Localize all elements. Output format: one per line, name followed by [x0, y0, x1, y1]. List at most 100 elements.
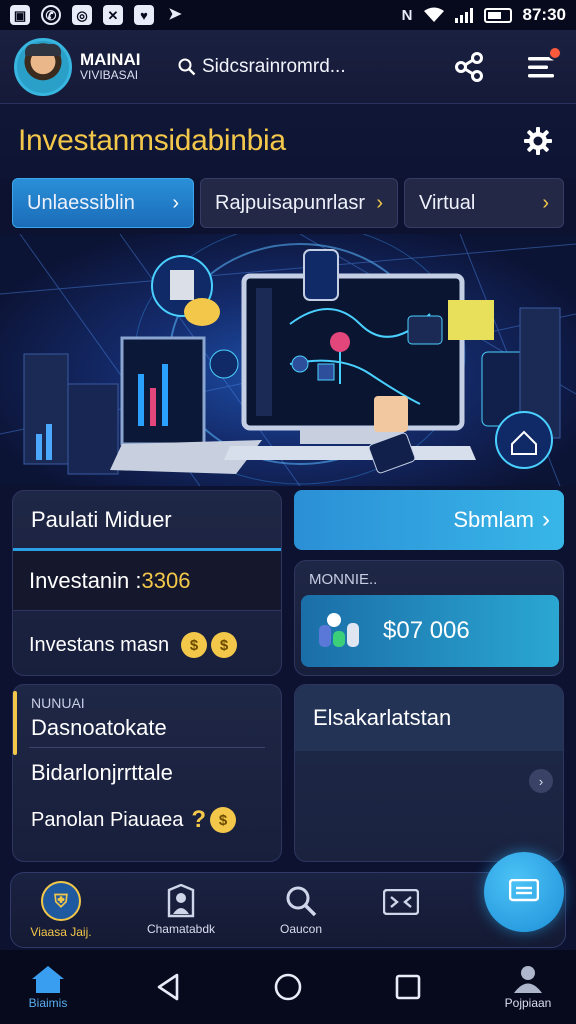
- page-title: Investanmsidabinbia: [18, 124, 286, 157]
- chevron-right-icon: ›: [542, 506, 550, 533]
- notes-line-3: Panolan Piauaea: [31, 808, 184, 831]
- send-icon: ➤: [168, 6, 182, 23]
- sys-overview-button[interactable]: [378, 974, 438, 1000]
- submit-button[interactable]: Sbmlam ›: [294, 490, 564, 550]
- brand-subtitle: VIVIBASAI: [80, 68, 139, 83]
- brand-name: MAINAI: [80, 50, 141, 70]
- investment-row: Investanin : 3306: [13, 551, 281, 611]
- nav-item-search[interactable]: Oaucon: [251, 884, 351, 936]
- monitor-icon: [241, 273, 465, 431]
- image-icon: ▣: [10, 5, 30, 25]
- gear-icon: [524, 127, 552, 155]
- status-time: 87:30: [522, 5, 566, 24]
- signal-icon: [454, 7, 473, 23]
- nav-item-profile[interactable]: Chamatabdk: [111, 884, 251, 936]
- investment-value: 3306: [141, 567, 191, 593]
- circle-home-icon: [274, 973, 302, 1001]
- coin-icon: $: [211, 632, 238, 658]
- shield-icon: ⛨: [41, 881, 81, 921]
- wifi-icon: [423, 7, 444, 22]
- chat-icon: [509, 879, 539, 902]
- notification-dot: [548, 45, 562, 60]
- money-value-box[interactable]: $07 006: [301, 595, 559, 667]
- investment-label: Investanin :: [29, 567, 142, 593]
- sys-recents-home-button[interactable]: [258, 972, 318, 1002]
- stats-card: Elsakarlatstan ›: [294, 684, 564, 862]
- user-badge-icon: [167, 884, 195, 918]
- sys-home-label: Biaimis: [28, 996, 68, 1010]
- status-right-icons: N 87:30: [402, 5, 566, 25]
- investment-card-title: Paulati Miduer: [13, 491, 281, 551]
- divider: [29, 747, 265, 748]
- x-icon: ✕: [103, 5, 123, 25]
- hero-graphic: [0, 234, 576, 486]
- stats-card-title: Elsakarlatstan: [295, 685, 563, 751]
- nav-label: Viaasa Jaij.: [30, 925, 92, 939]
- chevron-right-icon: ›: [542, 191, 549, 214]
- battery-icon: [483, 7, 512, 23]
- summary-row[interactable]: Investans masn $ $: [13, 615, 281, 675]
- ticket-icon: [383, 889, 419, 915]
- app-header: MAINAI VIVIBASAI Sidcsrainromrd...: [0, 30, 576, 104]
- money-amount: $07 006: [383, 617, 470, 644]
- sys-profile-button[interactable]: Pojpiaan: [498, 964, 558, 1010]
- tab-virtual[interactable]: Virtual ›: [404, 178, 564, 228]
- chevron-right-icon: ›: [172, 191, 179, 214]
- house-badge-icon: [495, 411, 553, 469]
- money-card: MONNIE.. $07 006: [294, 560, 564, 676]
- search-bar[interactable]: Sidcsrainromrd...: [178, 56, 398, 78]
- heart-icon: ♥: [134, 5, 154, 25]
- instagram-icon: ◎: [72, 5, 92, 25]
- notes-label: NUNUAI: [31, 695, 85, 711]
- status-left-icons: ▣ ✆ ◎ ✕ ♥ ➤: [10, 5, 185, 25]
- tab-label: Rajpuisapunrlasr: [215, 191, 366, 214]
- coin-icon: $: [181, 632, 208, 658]
- notes-line-1: Dasnoatokate: [31, 715, 167, 740]
- notes-line-3-row[interactable]: Panolan Piauaea ? $: [13, 806, 281, 834]
- title-row: Investanmsidabinbia: [0, 104, 576, 178]
- search-icon: [178, 58, 196, 75]
- nav-label: Chamatabdk: [146, 922, 216, 936]
- person-icon: [514, 966, 542, 993]
- sys-home-button[interactable]: Biaimis: [18, 964, 78, 1010]
- system-nav-bar: Biaimis Pojpiaan: [0, 950, 576, 1024]
- cube-icon: [448, 300, 494, 340]
- search-text: Sidcsrainromrd...: [202, 55, 346, 77]
- capsule-icon: [317, 611, 361, 651]
- coin-icon: $: [210, 807, 237, 833]
- question-icon: ?: [191, 806, 207, 833]
- tab-label: Unlaessiblin: [27, 191, 135, 214]
- money-label: MONNIE..: [309, 571, 378, 588]
- tab-rajpuisapunrlasr[interactable]: Rajpuisapunrlasr ›: [200, 178, 398, 228]
- nav-item-home[interactable]: ⛨ Viaasa Jaij.: [11, 881, 111, 939]
- sys-profile-label: Pojpiaan: [504, 996, 552, 1010]
- square-overview-icon: [395, 974, 421, 1000]
- nfc-icon: N: [401, 6, 413, 24]
- sys-back-button[interactable]: [138, 973, 198, 1001]
- share-icon[interactable]: [454, 51, 484, 82]
- hero-illustration: [0, 234, 576, 486]
- tab-unlaessiblin[interactable]: Unlaessiblin ›: [12, 178, 194, 228]
- nav-label: Oaucon: [279, 922, 323, 936]
- notes-line-2: Bidarlonjrrttale: [31, 760, 173, 785]
- status-bar: ▣ ✆ ◎ ✕ ♥ ➤ N 87:30: [0, 0, 576, 30]
- back-triangle-icon: [157, 973, 179, 1001]
- chevron-right-icon: ›: [376, 191, 383, 214]
- menu-button[interactable]: [528, 45, 562, 80]
- notes-card: NUNUAI Dasnoatokate Bidarlonjrrttale Pan…: [12, 684, 282, 862]
- category-tabs: Unlaessiblin › Rajpuisapunrlasr › Virtua…: [12, 178, 564, 228]
- summary-label: Investans masn: [29, 633, 170, 656]
- nav-item-tickets[interactable]: [351, 889, 451, 915]
- submit-label: Sbmlam: [453, 507, 534, 532]
- bottom-nav: ⛨ Viaasa Jaij. Chamatabdk Oaucon: [10, 872, 566, 948]
- home-icon: [32, 966, 64, 993]
- investment-card: Paulati Miduer Investanin : 3306 Investa…: [12, 490, 282, 676]
- phone-badge-icon: [303, 249, 339, 301]
- chat-fab-button[interactable]: [484, 852, 564, 932]
- chevron-right-icon[interactable]: ›: [529, 769, 553, 793]
- brand: MAINAI VIVIBASAI: [80, 51, 160, 81]
- search-icon: [286, 886, 317, 917]
- settings-button[interactable]: [518, 121, 558, 161]
- whatsapp-icon: ✆: [41, 5, 61, 25]
- avatar[interactable]: [14, 37, 72, 96]
